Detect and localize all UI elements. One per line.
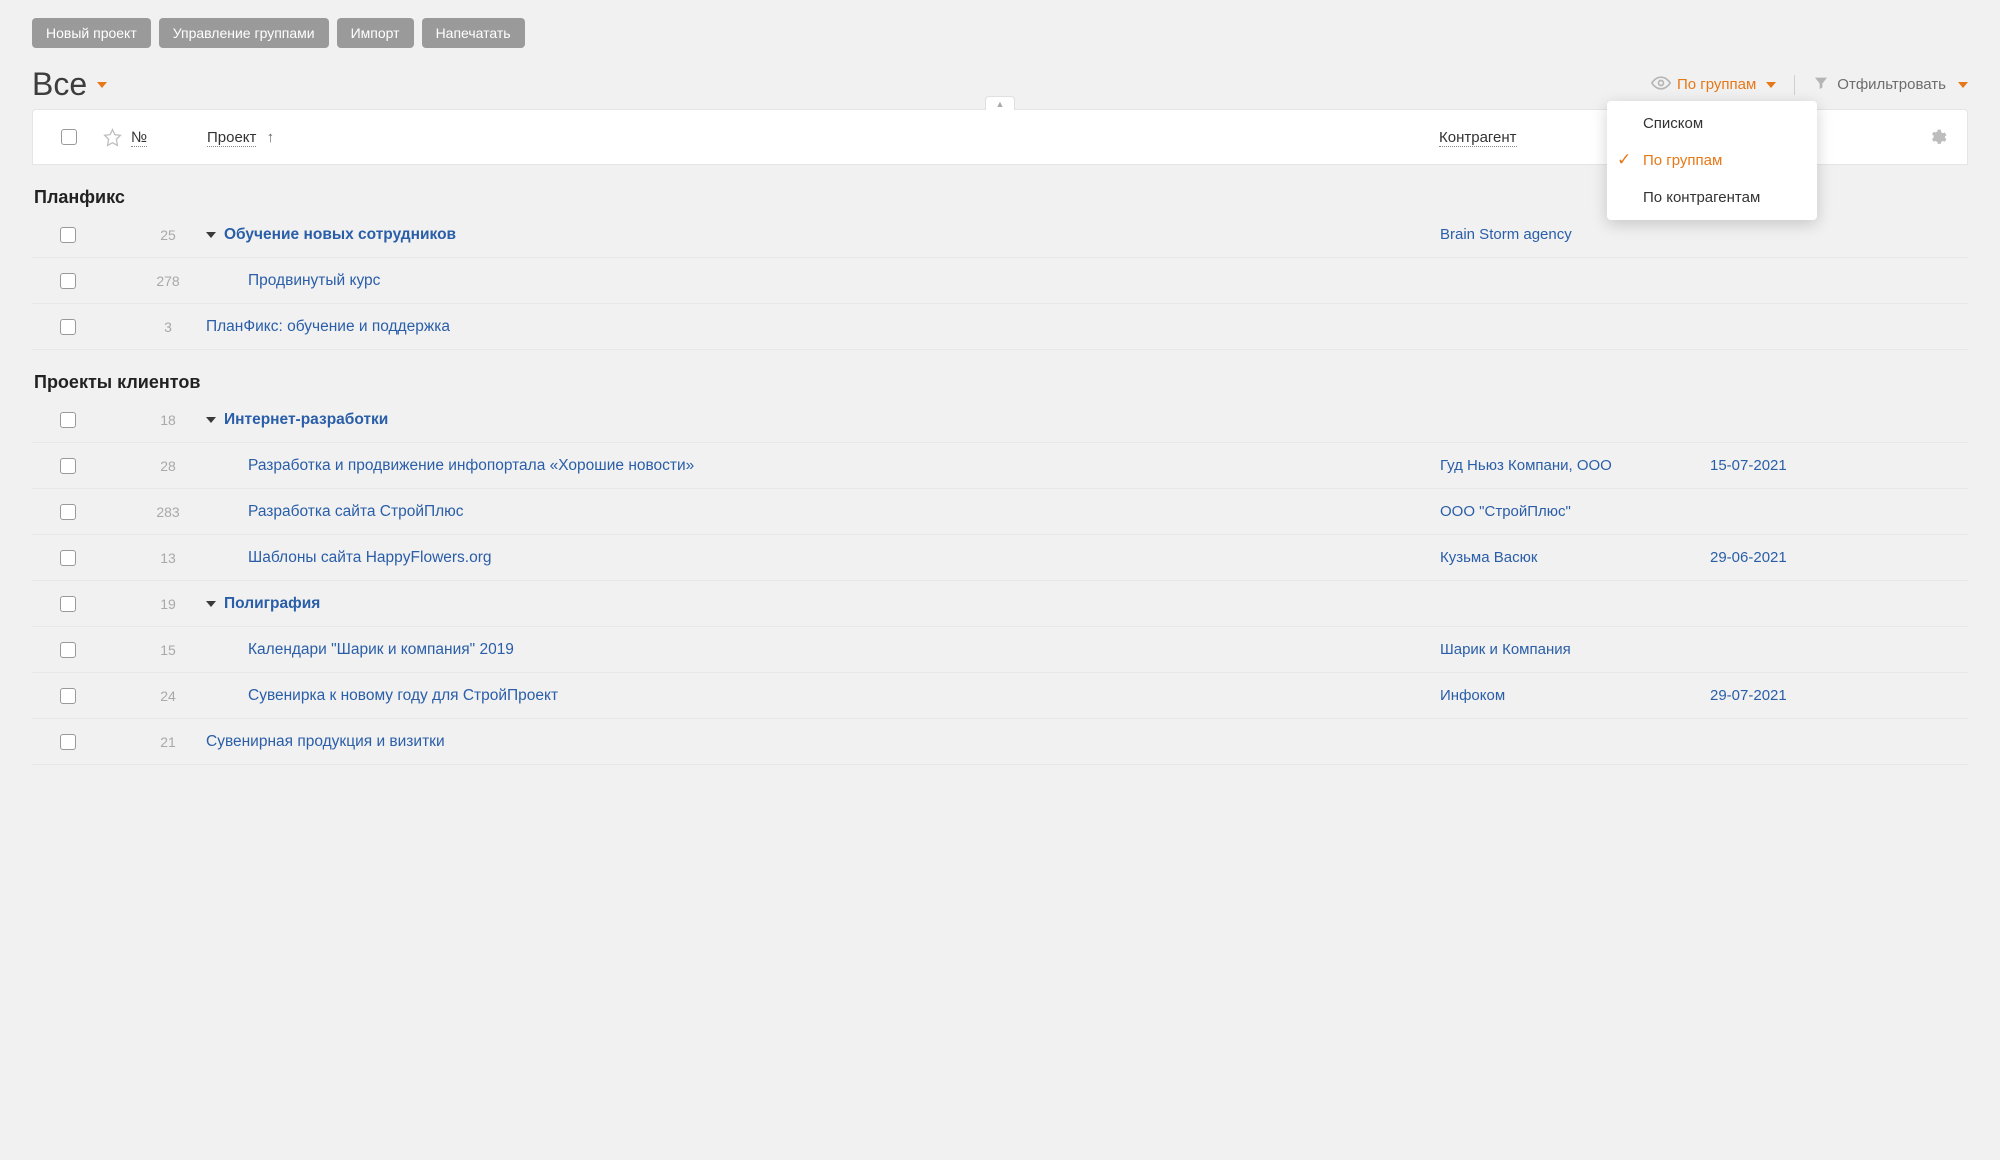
view-mode-dropdown[interactable]: По группам Списком ✓ По группам По контр… — [1651, 73, 1776, 97]
page-title-dropdown[interactable]: Все — [32, 66, 107, 103]
project-link[interactable]: Интернет-разработки — [224, 411, 388, 429]
caret-down-icon — [1958, 82, 1968, 88]
project-link[interactable]: Разработка сайта СтройПлюс — [222, 503, 464, 521]
sort-asc-icon: ↑ — [267, 129, 275, 146]
view-option-list[interactable]: Списком — [1607, 105, 1817, 142]
filter-label: Отфильтровать — [1837, 76, 1946, 93]
contragent-link[interactable]: Инфоком — [1440, 687, 1505, 704]
toolbar: Новый проект Управление группами Импорт … — [32, 18, 1968, 48]
project-link[interactable]: Обучение новых сотрудников — [224, 226, 456, 244]
view-mode-label: По группам — [1677, 76, 1756, 93]
row-number: 3 — [130, 319, 206, 335]
expand-icon[interactable] — [206, 417, 216, 423]
table-row: 278 Продвинутый курс — [32, 258, 1968, 304]
filter-icon — [1813, 75, 1829, 95]
table-row: 24 Сувенирка к новому году для СтройПроек… — [32, 673, 1968, 719]
row-number: 19 — [130, 596, 206, 612]
project-link[interactable]: Полиграфия — [224, 595, 320, 613]
expand-icon[interactable] — [206, 232, 216, 238]
row-checkbox[interactable] — [60, 642, 76, 658]
row-checkbox[interactable] — [60, 688, 76, 704]
settings-icon[interactable] — [1919, 128, 1955, 147]
caret-down-icon — [97, 82, 107, 88]
check-icon: ✓ — [1617, 150, 1631, 170]
project-link[interactable]: Шаблоны сайта HappyFlowers.org — [222, 549, 492, 567]
table-row: 28 Разработка и продвижение инфопортала «… — [32, 443, 1968, 489]
project-link[interactable]: ПланФикс: обучение и поддержка — [206, 318, 450, 336]
row-checkbox[interactable] — [60, 412, 76, 428]
eye-icon — [1651, 73, 1671, 97]
contragent-link[interactable]: Гуд Ньюз Компани, ООО — [1440, 457, 1612, 474]
column-number[interactable]: № — [131, 129, 147, 147]
project-link[interactable]: Разработка и продвижение инфопортала «Хо… — [222, 457, 694, 475]
print-button[interactable]: Напечатать — [422, 18, 525, 48]
table-row: 21Сувенирная продукция и визитки — [32, 719, 1968, 765]
row-checkbox[interactable] — [60, 227, 76, 243]
star-column-icon[interactable] — [93, 128, 131, 147]
expand-icon[interactable] — [206, 601, 216, 607]
table-row: 3ПланФикс: обучение и поддержка — [32, 304, 1968, 350]
table-row: 18 Интернет-разработки — [32, 397, 1968, 443]
row-number: 25 — [130, 227, 206, 243]
row-checkbox[interactable] — [60, 596, 76, 612]
project-link[interactable]: Сувенирная продукция и визитки — [206, 733, 445, 751]
select-all-checkbox[interactable] — [61, 129, 77, 145]
new-project-button[interactable]: Новый проект — [32, 18, 151, 48]
table-row: 283 Разработка сайта СтройПлюс ООО "СтройП… — [32, 489, 1968, 535]
view-option-contragents[interactable]: По контрагентам — [1607, 179, 1817, 216]
page-title: Все — [32, 66, 87, 103]
row-number: 15 — [130, 642, 206, 658]
row-checkbox[interactable] — [60, 734, 76, 750]
table-row: 13 Шаблоны сайта HappyFlowers.org Кузьма В… — [32, 535, 1968, 581]
import-button[interactable]: Импорт — [337, 18, 414, 48]
row-date: 29-06-2021 — [1710, 549, 1920, 566]
row-date: 15-07-2021 — [1710, 457, 1920, 474]
row-number: 13 — [130, 550, 206, 566]
row-number: 28 — [130, 458, 206, 474]
separator — [1794, 75, 1795, 95]
row-checkbox[interactable] — [60, 458, 76, 474]
row-number: 278 — [130, 273, 206, 289]
row-checkbox[interactable] — [60, 273, 76, 289]
view-mode-menu: Списком ✓ По группам По контрагентам — [1607, 101, 1817, 220]
table-row: 19 Полиграфия — [32, 581, 1968, 627]
group-title: Проекты клиентов — [34, 372, 1968, 393]
collapse-handle[interactable]: ▲ — [985, 96, 1015, 110]
column-project[interactable]: Проект — [207, 129, 256, 147]
contragent-link[interactable]: Шарик и Компания — [1440, 641, 1571, 658]
caret-down-icon — [1766, 82, 1776, 88]
row-number: 283 — [130, 504, 206, 520]
column-contragent[interactable]: Контрагент — [1439, 129, 1517, 147]
contragent-link[interactable]: Кузьма Васюк — [1440, 549, 1537, 566]
project-link[interactable]: Сувенирка к новому году для СтройПроект — [222, 687, 558, 705]
row-number: 24 — [130, 688, 206, 704]
project-link[interactable]: Продвинутый курс — [222, 272, 380, 290]
project-link[interactable]: Календари "Шарик и компания" 2019 — [222, 641, 514, 659]
row-checkbox[interactable] — [60, 504, 76, 520]
contragent-link[interactable]: ООО "СтройПлюс" — [1440, 503, 1571, 520]
row-number: 21 — [130, 734, 206, 750]
row-date: 29-07-2021 — [1710, 687, 1920, 704]
row-checkbox[interactable] — [60, 550, 76, 566]
view-option-groups[interactable]: ✓ По группам — [1607, 142, 1817, 179]
contragent-link[interactable]: Brain Storm agency — [1440, 226, 1572, 243]
table-row: 15 Календари "Шарик и компания" 2019 Шарик… — [32, 627, 1968, 673]
manage-groups-button[interactable]: Управление группами — [159, 18, 329, 48]
row-checkbox[interactable] — [60, 319, 76, 335]
filter-dropdown[interactable]: Отфильтровать — [1813, 75, 1968, 95]
row-number: 18 — [130, 412, 206, 428]
